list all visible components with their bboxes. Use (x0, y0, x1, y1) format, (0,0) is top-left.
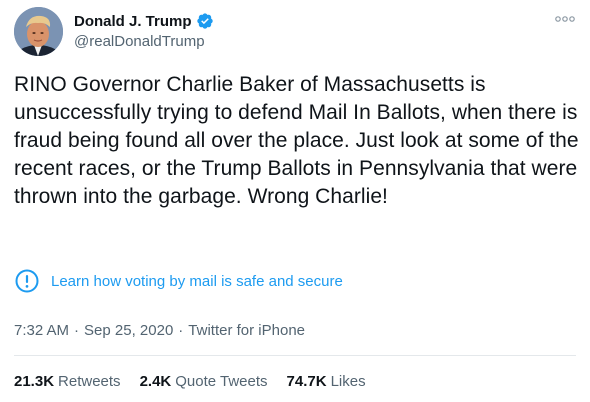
voting-info-link[interactable]: Learn how voting by mail is safe and sec… (51, 273, 343, 290)
likes-stat[interactable]: 74.7K Likes (287, 373, 366, 390)
quote-tweets-stat[interactable]: 2.4K Quote Tweets (140, 373, 268, 390)
tweet-date[interactable]: Sep 25, 2020 (84, 322, 173, 339)
voting-info-notice[interactable]: Learn how voting by mail is safe and sec… (14, 268, 343, 294)
likes-label: Likes (330, 373, 366, 390)
author-name[interactable]: Donald J. Trump (74, 12, 214, 30)
quote-tweets-label: Quote Tweets (175, 373, 268, 390)
tweet-time[interactable]: 7:32 AM (14, 322, 69, 339)
avatar-image (14, 7, 63, 56)
retweets-stat[interactable]: 21.3K Retweets (14, 373, 121, 390)
author-handle[interactable]: @realDonaldTrump (74, 33, 205, 50)
tweet-stats: 21.3K Retweets 2.4K Quote Tweets 74.7K Like… (14, 373, 366, 390)
likes-count: 74.7K (286, 373, 327, 390)
retweets-count: 21.3K (14, 373, 55, 390)
tweet-metadata: 7:32 AM · Sep 25, 2020 · Twitter for iPh… (14, 322, 305, 339)
quote-tweets-count: 2.4K (139, 373, 172, 390)
avatar[interactable] (14, 7, 63, 56)
author-name-text: Donald J. Trump (74, 12, 192, 30)
exclamation-circle-icon (15, 269, 39, 293)
tweet-card: Donald J. Trump @realDonaldTrump RINO Go… (0, 0, 590, 402)
more-options-icon[interactable] (554, 13, 576, 25)
divider (14, 355, 576, 356)
tweet-text: RINO Governor Charlie Baker of Massachus… (14, 73, 579, 208)
meta-separator: · (74, 322, 80, 339)
retweets-label: Retweets (58, 373, 121, 390)
meta-separator: · (178, 322, 184, 339)
verified-badge-icon (196, 13, 213, 29)
tweet-source[interactable]: Twitter for iPhone (188, 322, 305, 339)
